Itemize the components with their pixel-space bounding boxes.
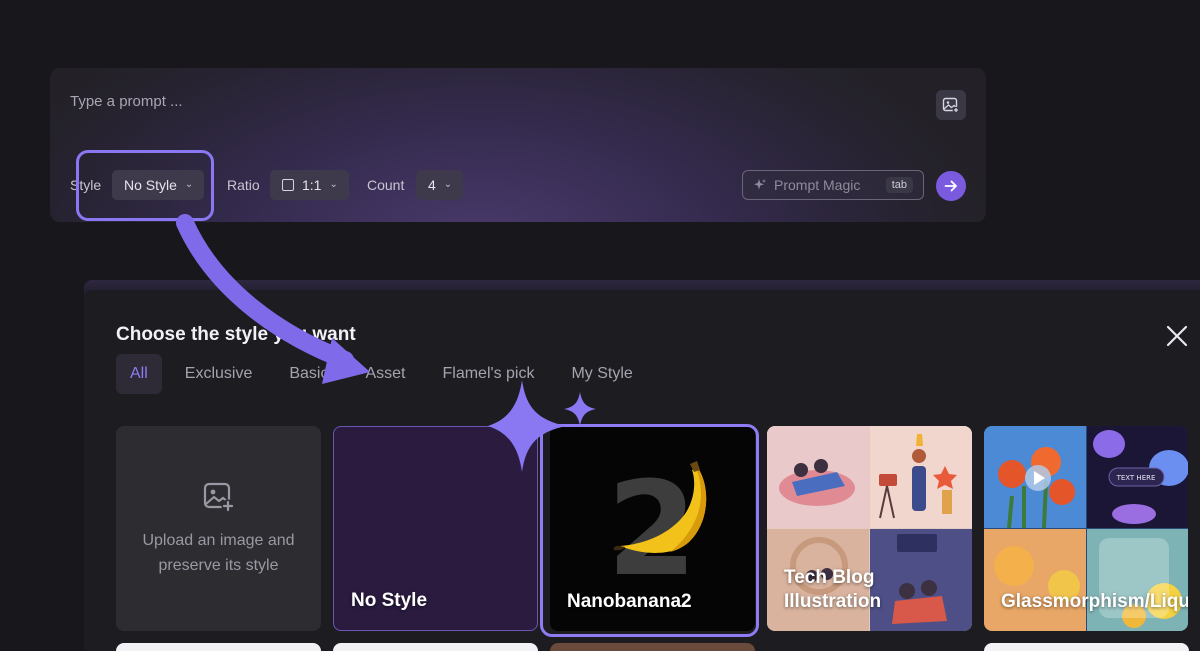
ratio-label: Ratio (227, 177, 260, 193)
prompt-magic-button[interactable]: Prompt Magic tab (742, 170, 924, 200)
tab-all[interactable]: All (116, 354, 162, 394)
prompt-magic-label: Prompt Magic (774, 177, 861, 193)
tech-blog-illustration-card[interactable]: Tech Blog Illustration (767, 426, 972, 631)
image-upload-icon (203, 482, 234, 512)
glassmorphism-liquid-ui-card[interactable]: TEXT HERE Glassmorphism/Liquid UI (984, 426, 1188, 631)
tab-exclusive[interactable]: Exclusive (185, 354, 253, 394)
next-row-card[interactable] (984, 643, 1189, 651)
tab-asset[interactable]: Asset (365, 354, 405, 394)
next-row-card[interactable] (116, 643, 321, 651)
image-plus-icon (942, 97, 960, 114)
ratio-select[interactable]: 1:1 ⌄ (270, 170, 349, 200)
chooser-title: Choose the style you want (116, 324, 356, 345)
count-value: 4 (428, 177, 436, 193)
square-ratio-icon (282, 179, 294, 191)
send-button[interactable] (936, 171, 966, 201)
thumbnail-text: TEXT HERE (1116, 474, 1156, 482)
close-icon (1166, 325, 1188, 347)
style-tabs: All Exclusive Basic Asset Flamel's pick … (116, 354, 670, 394)
style-select-highlight (76, 150, 214, 221)
card-title: Glassmorphism/Liquid UI (1001, 591, 1188, 612)
no-style-card[interactable]: No Style (333, 426, 538, 631)
ratio-value: 1:1 (302, 177, 322, 193)
prompt-input[interactable]: Type a prompt ... (70, 93, 183, 110)
tab-basic[interactable]: Basic (289, 354, 328, 394)
next-row-card[interactable] (550, 643, 755, 651)
image-upload-button[interactable] (936, 90, 966, 120)
sparkle-icon (754, 179, 766, 190)
count-select[interactable]: 4 ⌄ (416, 170, 464, 200)
count-label: Count (367, 177, 405, 193)
arrow-right-icon (944, 180, 957, 192)
chevron-down-icon: ⌄ (329, 178, 338, 190)
next-row-card[interactable] (333, 643, 538, 651)
close-button[interactable] (1164, 323, 1190, 349)
card-title: Tech Blog Illustration (784, 567, 882, 612)
tab-shortcut-badge: tab (885, 177, 913, 193)
chevron-down-icon: ⌄ (443, 178, 453, 190)
upload-style-card[interactable]: Upload an image and preserve its style (116, 426, 321, 631)
card-title: No Style (351, 590, 428, 611)
tab-my-style[interactable]: My Style (571, 354, 632, 394)
tab-flamels-pick[interactable]: Flamel's pick (443, 354, 535, 394)
upload-card-label: Upload an image and preserve its style (142, 531, 295, 574)
selected-card-highlight (540, 424, 759, 637)
